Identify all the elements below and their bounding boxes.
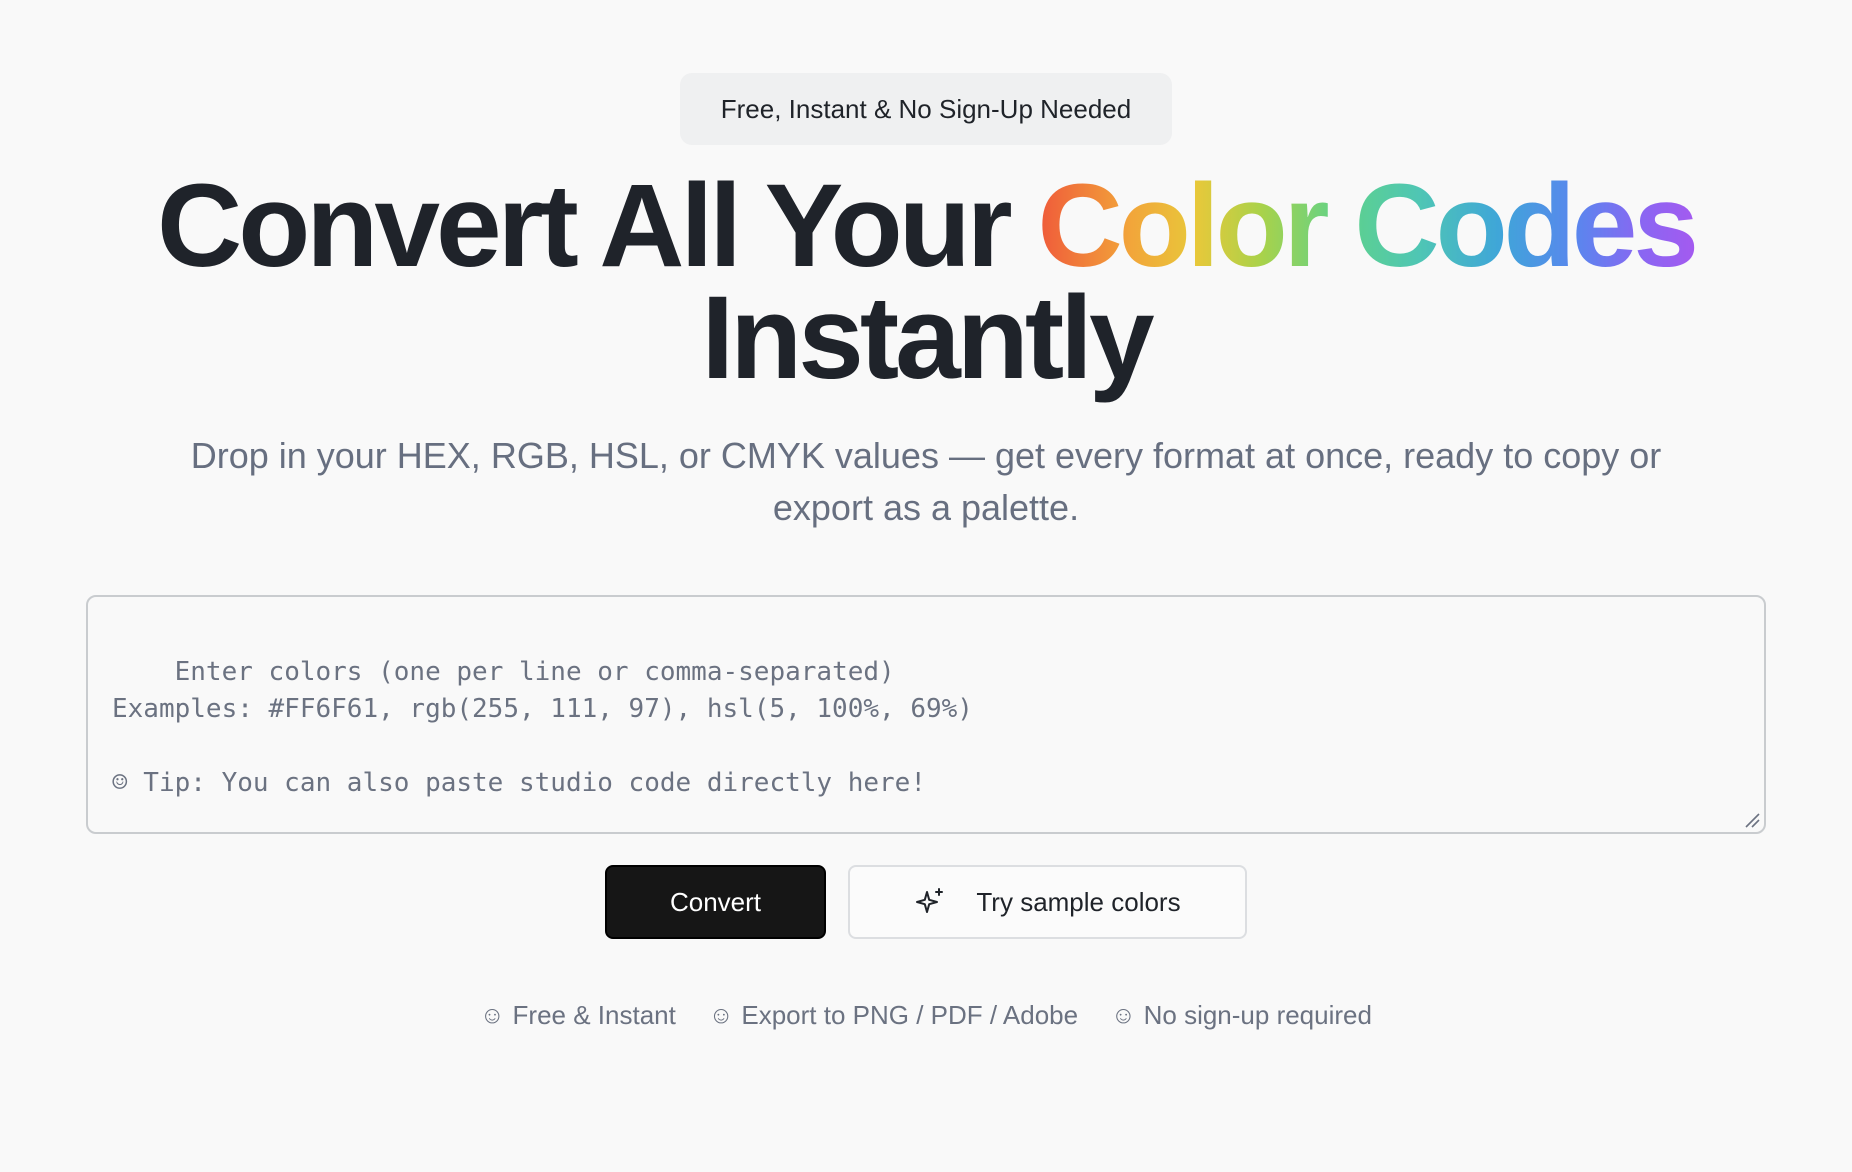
try-sample-colors-label: Try sample colors — [976, 886, 1181, 917]
hero-title-line-2: Instantly — [701, 272, 1154, 404]
color-input-placeholder: Enter colors (one per line or comma-sepa… — [112, 657, 973, 798]
hero-subtitle: Drop in your HEX, RGB, HSL, or CMYK valu… — [190, 435, 1662, 528]
smile-icon: ☺ — [708, 1001, 734, 1029]
convert-button[interactable]: Convert — [605, 865, 826, 939]
color-input[interactable]: Enter colors (one per line or comma-sepa… — [86, 595, 1766, 834]
convert-button-label: Convert — [669, 886, 762, 917]
feature-label: No sign-up required — [1143, 1000, 1372, 1030]
free-badge: Free, Instant & No Sign-Up Needed — [680, 73, 1172, 145]
smile-icon: ☺ — [1111, 1001, 1136, 1029]
feature-label: Free & Instant — [512, 1000, 676, 1030]
try-sample-colors-button[interactable]: Try sample colors — [848, 865, 1247, 939]
hero-title-line-1: Convert All Your Color Codes — [0, 167, 1852, 285]
page: Free, Instant & No Sign-Up Needed Conver… — [0, 0, 1852, 1172]
free-badge-label: Free, Instant & No Sign-Up Needed — [720, 93, 1132, 124]
resize-handle-icon[interactable] — [1744, 812, 1760, 828]
sparkle-icon — [914, 886, 946, 918]
feature-item-export: ☺ Export to PNG / PDF / Adobe — [709, 1000, 1078, 1031]
hero-title: Convert All Your Color Codes Instantly — [0, 167, 1852, 404]
feature-list: ☺ Free & Instant ☺ Export to PNG / PDF /… — [0, 1000, 1852, 1031]
feature-item-free: ☺ Free & Instant — [480, 1000, 676, 1031]
smile-icon: ☺ — [480, 1001, 505, 1029]
feature-label: Export to PNG / PDF / Adobe — [741, 1000, 1079, 1030]
feature-item-no-signup: ☺ No sign-up required — [1111, 1000, 1372, 1031]
